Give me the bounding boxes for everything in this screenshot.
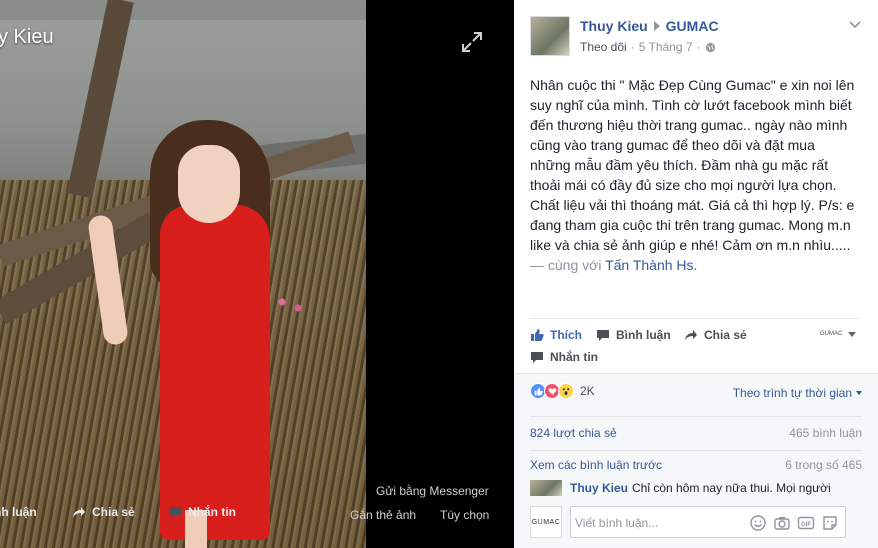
share-comment-counts: 824 lượt chia sẻ 465 bình luận	[530, 416, 862, 452]
photo-flowers	[270, 290, 310, 320]
share-arrow-icon	[73, 507, 85, 517]
post-body: Nhân cuộc thi " Mặc Đẹp Cùng Gumac" e xi…	[530, 75, 860, 275]
author-avatar[interactable]	[530, 16, 570, 56]
svg-text:GIF: GIF	[801, 522, 811, 528]
photo-share-label: Chia sẻ	[92, 505, 135, 519]
arrow-right-icon	[653, 21, 660, 31]
photo-comment-button[interactable]: nh luận	[0, 505, 37, 519]
tagged-with-line: — cùng với Tấn Thành Hs.	[530, 255, 860, 275]
photo-dress	[160, 205, 270, 540]
with-prefix: — cùng với	[530, 257, 606, 273]
photo-owner-name[interactable]: y Kieu	[0, 26, 54, 49]
post-text-line: thoải mái có đầy đủ size cho mọi người l…	[530, 177, 837, 193]
share-label: Chia sẻ	[704, 328, 747, 342]
comment-input[interactable]	[575, 513, 745, 533]
like-button[interactable]: Thích	[530, 328, 582, 342]
page-voice-selector[interactable]: GUMAC	[820, 331, 857, 337]
comment-composer: GUMAC GIF	[530, 505, 862, 541]
post-header: Thuy Kieu GUMAC Theo dõi · 5 Tháng 7 ·	[530, 12, 862, 62]
comment-bubble-icon	[597, 330, 609, 341]
post-panel: Thuy Kieu GUMAC Theo dõi · 5 Tháng 7 · N…	[514, 0, 878, 548]
caret-down-icon	[848, 331, 857, 337]
post-photo[interactable]	[0, 0, 366, 548]
camera-icon[interactable]	[773, 514, 791, 532]
author-name[interactable]: Thuy Kieu	[580, 18, 648, 34]
emoji-icon[interactable]	[749, 514, 767, 532]
meta-separator: ·	[696, 40, 701, 54]
globe-icon	[705, 42, 715, 52]
commenter-name[interactable]: Thuy Kieu	[570, 481, 628, 495]
photo-action-bar: nh luận Chia sẻ Nhắn tin	[0, 505, 514, 525]
share-button[interactable]: Chia sẻ	[684, 328, 747, 342]
comment-position: 6 trong số 465	[785, 458, 862, 472]
comment-body: Chỉ còn hôm nay nữa thui. Mọi người	[632, 481, 831, 495]
photo-face	[178, 145, 240, 223]
post-text-line: like và chia sẻ ảnh giúp e nhé! Cảm ơn m…	[530, 237, 851, 253]
comment-text: Thuy Kieu Chỉ còn hôm nay nữa thui. Mọi n…	[570, 480, 860, 496]
comments-section: 2K Theo trình tự thời gian 824 lượt chia…	[514, 373, 878, 548]
gif-icon[interactable]: GIF	[797, 514, 815, 532]
post-text-line: đang tham gia cuộc thi trên trang gumac.…	[530, 217, 851, 233]
composer-tools: GIF	[749, 514, 839, 532]
message-button[interactable]: Nhắn tin	[530, 350, 598, 364]
tag-photo-button[interactable]: Gắn thẻ ảnh	[350, 508, 416, 522]
sort-label: Theo trình tự thời gian	[732, 386, 852, 400]
previous-comments-row: Xem các bình luận trước 6 trong số 465	[530, 450, 862, 476]
post-text-line: Nhân cuộc thi " Mặc Đẹp Cùng Gumac" e xi…	[530, 77, 855, 93]
comment-label: Bình luận	[616, 328, 671, 342]
target-page-name[interactable]: GUMAC	[666, 18, 719, 34]
sticker-icon[interactable]	[821, 514, 839, 532]
post-meta: Theo dõi · 5 Tháng 7 ·	[580, 40, 716, 54]
message-bubble-icon	[169, 507, 181, 518]
wow-reaction-icon	[558, 383, 574, 399]
share-count-link[interactable]: 824 lượt chia sẻ	[530, 426, 617, 440]
tagged-person-link[interactable]: Tấn Thành Hs	[605, 257, 693, 273]
post-action-bar: Thích Bình luận Chia sẻ Nhắn tin GUMAC	[530, 318, 860, 364]
meta-separator: ·	[630, 40, 635, 54]
send-via-messenger-link[interactable]: Gửi bằng Messenger	[376, 484, 489, 498]
photo-share-button[interactable]: Chia sẻ	[72, 505, 135, 519]
fullscreen-expand-icon[interactable]	[460, 30, 484, 54]
author-line: Thuy Kieu GUMAC	[580, 18, 719, 34]
post-text-line: suy nghĩ của mình. Tình cờ lướt facebook…	[530, 97, 852, 113]
like-label: Thích	[550, 328, 582, 342]
comment-button[interactable]: Bình luận	[596, 328, 671, 342]
photo-message-button[interactable]: Nhắn tin	[168, 505, 236, 519]
post-date[interactable]: 5 Tháng 7	[639, 40, 693, 54]
follow-link[interactable]: Theo dõi	[580, 40, 627, 54]
thumbs-up-icon	[531, 329, 544, 341]
chevron-down-icon[interactable]	[848, 18, 862, 32]
composer-avatar: GUMAC	[530, 506, 562, 538]
post-text-line: Chất liệu vải thì thoáng mát. Giá cả thì…	[530, 197, 855, 213]
post-text-line: cũng vào trang gumac để theo dõi và đặt …	[530, 137, 815, 153]
with-suffix: .	[693, 257, 698, 273]
commenter-avatar[interactable]	[530, 480, 562, 496]
options-button[interactable]: Tùy chọn	[440, 508, 489, 522]
comment-sort-dropdown[interactable]: Theo trình tự thời gian	[733, 386, 862, 400]
view-previous-comments-link[interactable]: Xem các bình luận trước	[530, 458, 662, 472]
comment-count: 465 bình luận	[789, 426, 862, 440]
reaction-summary[interactable]: 2K	[530, 383, 595, 399]
page-voice-label: GUMAC	[820, 331, 843, 337]
message-label: Nhắn tin	[550, 350, 598, 364]
caret-down-icon	[856, 391, 862, 395]
comment-item: Thuy Kieu Chỉ còn hôm nay nữa thui. Mọi n…	[530, 478, 862, 502]
photo-viewer: y Kieu Gửi bằng Messenger nh luận Chia s…	[0, 0, 514, 548]
post-text-line: đến thương hiệu thời trang gumac.. ngày …	[530, 117, 848, 133]
post-text-line: những mẫu đầm yêu thích. Đầm nhà gu mặc …	[530, 157, 829, 173]
photo-message-label: Nhắn tin	[188, 505, 236, 519]
reaction-count[interactable]: 2K	[580, 384, 595, 398]
share-arrow-icon	[685, 330, 697, 340]
message-bubble-icon	[531, 352, 543, 363]
comment-box[interactable]: GIF	[570, 506, 846, 538]
photo-comment-label: nh luận	[0, 505, 37, 519]
